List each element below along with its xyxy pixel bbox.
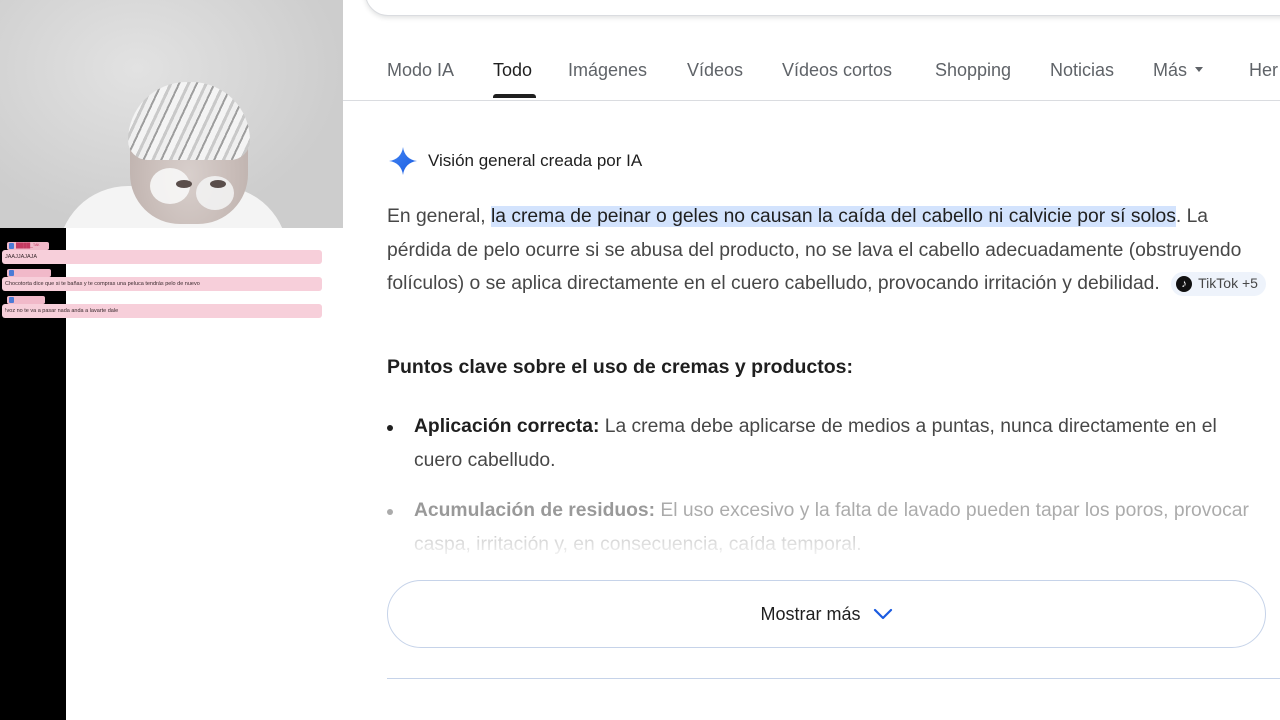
chevron-down-icon bbox=[873, 608, 892, 620]
source-chip[interactable]: ♪ TikTok +5 bbox=[1171, 271, 1266, 296]
tab-shopping[interactable]: Shopping bbox=[935, 60, 1011, 81]
webcam-feed bbox=[0, 0, 343, 228]
show-more-label: Mostrar más bbox=[760, 603, 861, 624]
search-tabs: Modo IA Todo Imágenes Vídeos Vídeos cort… bbox=[343, 48, 1280, 101]
ai-overview-header: Visión general creada por IA bbox=[388, 144, 642, 178]
tab-videos[interactable]: Vídeos bbox=[687, 60, 743, 81]
tab-mas[interactable]: Más bbox=[1153, 60, 1204, 81]
source-chip-label: TikTok +5 bbox=[1198, 275, 1258, 292]
search-box[interactable] bbox=[365, 0, 1280, 16]
chat-message: JAAJJAJAJA bbox=[2, 250, 322, 264]
gemini-sparkle-icon bbox=[389, 147, 417, 175]
list-item: Aplicación correcta: La crema debe aplic… bbox=[387, 410, 1267, 478]
chat-message-text: Chocotorta dice que si te bañas y te com… bbox=[5, 281, 200, 287]
ai-overview-highlight: la crema de peinar o geles no causan la … bbox=[490, 206, 1176, 227]
bullet-dot bbox=[387, 509, 393, 515]
chat-message-text: JAAJJAJAJA bbox=[5, 254, 38, 260]
ai-overview-title: Visión general creada por IA bbox=[428, 151, 643, 170]
show-more-button[interactable]: Mostrar más bbox=[387, 580, 1266, 648]
tab-modo-ia[interactable]: Modo IA bbox=[387, 60, 454, 81]
content-fade-overlay bbox=[380, 520, 1280, 560]
tab-todo[interactable]: Todo bbox=[493, 60, 532, 81]
webcam-person-eye bbox=[210, 180, 226, 188]
chat-username: ████_ᵀᴬᴷ bbox=[7, 242, 49, 250]
section-divider bbox=[387, 678, 1280, 679]
active-tab-indicator bbox=[493, 94, 536, 98]
key-points-heading: Puntos clave sobre el uso de cremas y pr… bbox=[387, 356, 853, 378]
ai-overview-paragraph: En general, la crema de peinar o geles n… bbox=[387, 200, 1267, 301]
chat-username bbox=[7, 296, 45, 304]
chat-message: Chocotorta dice que si te bañas y te com… bbox=[2, 277, 322, 291]
tab-videos-cortos[interactable]: Vídeos cortos bbox=[782, 60, 892, 81]
webcam-person-eye bbox=[176, 180, 192, 188]
tab-herramientas[interactable]: Her bbox=[1249, 60, 1278, 81]
tab-imagenes[interactable]: Imágenes bbox=[568, 60, 647, 81]
tab-noticias[interactable]: Noticias bbox=[1050, 60, 1114, 81]
bullet-title: Acumulación de residuos: bbox=[414, 500, 656, 521]
bullet-title: Aplicación correcta: bbox=[414, 416, 600, 437]
chat-message-text: !voz no te va a pasar nada anda a lavart… bbox=[5, 308, 119, 314]
chat-message: !voz no te va a pasar nada anda a lavart… bbox=[2, 304, 322, 318]
chat-username bbox=[7, 269, 51, 277]
tiktok-icon: ♪ bbox=[1176, 275, 1193, 292]
caret-down-icon bbox=[1195, 67, 1204, 73]
tab-mas-label: Más bbox=[1153, 60, 1188, 80]
ai-overview-intro: En general, bbox=[387, 206, 491, 227]
bullet-dot bbox=[387, 425, 393, 431]
